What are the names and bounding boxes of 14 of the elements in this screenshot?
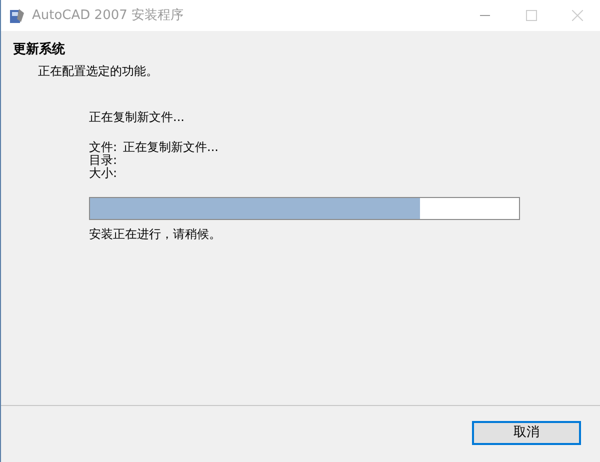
- header-title: 更新系统: [13, 41, 66, 59]
- window-title: AutoCAD 2007 安装程序: [32, 6, 184, 25]
- progress-message: 安装正在进行，请稍候。: [89, 226, 222, 242]
- minimize-icon: [480, 15, 490, 16]
- detail-value: 正在复制新文件...: [123, 141, 218, 154]
- cancel-button[interactable]: 取消: [472, 421, 581, 445]
- detail-label: 大小:: [89, 167, 118, 180]
- close-icon: [572, 10, 582, 21]
- installer-icon: [8, 6, 26, 24]
- status-text: 正在复制新文件...: [89, 109, 186, 125]
- maximize-icon: [526, 10, 536, 21]
- detail-label: 目录:: [89, 154, 118, 167]
- detail-label: 文件:: [89, 141, 118, 154]
- header-subtitle: 正在配置选定的功能。: [38, 63, 159, 79]
